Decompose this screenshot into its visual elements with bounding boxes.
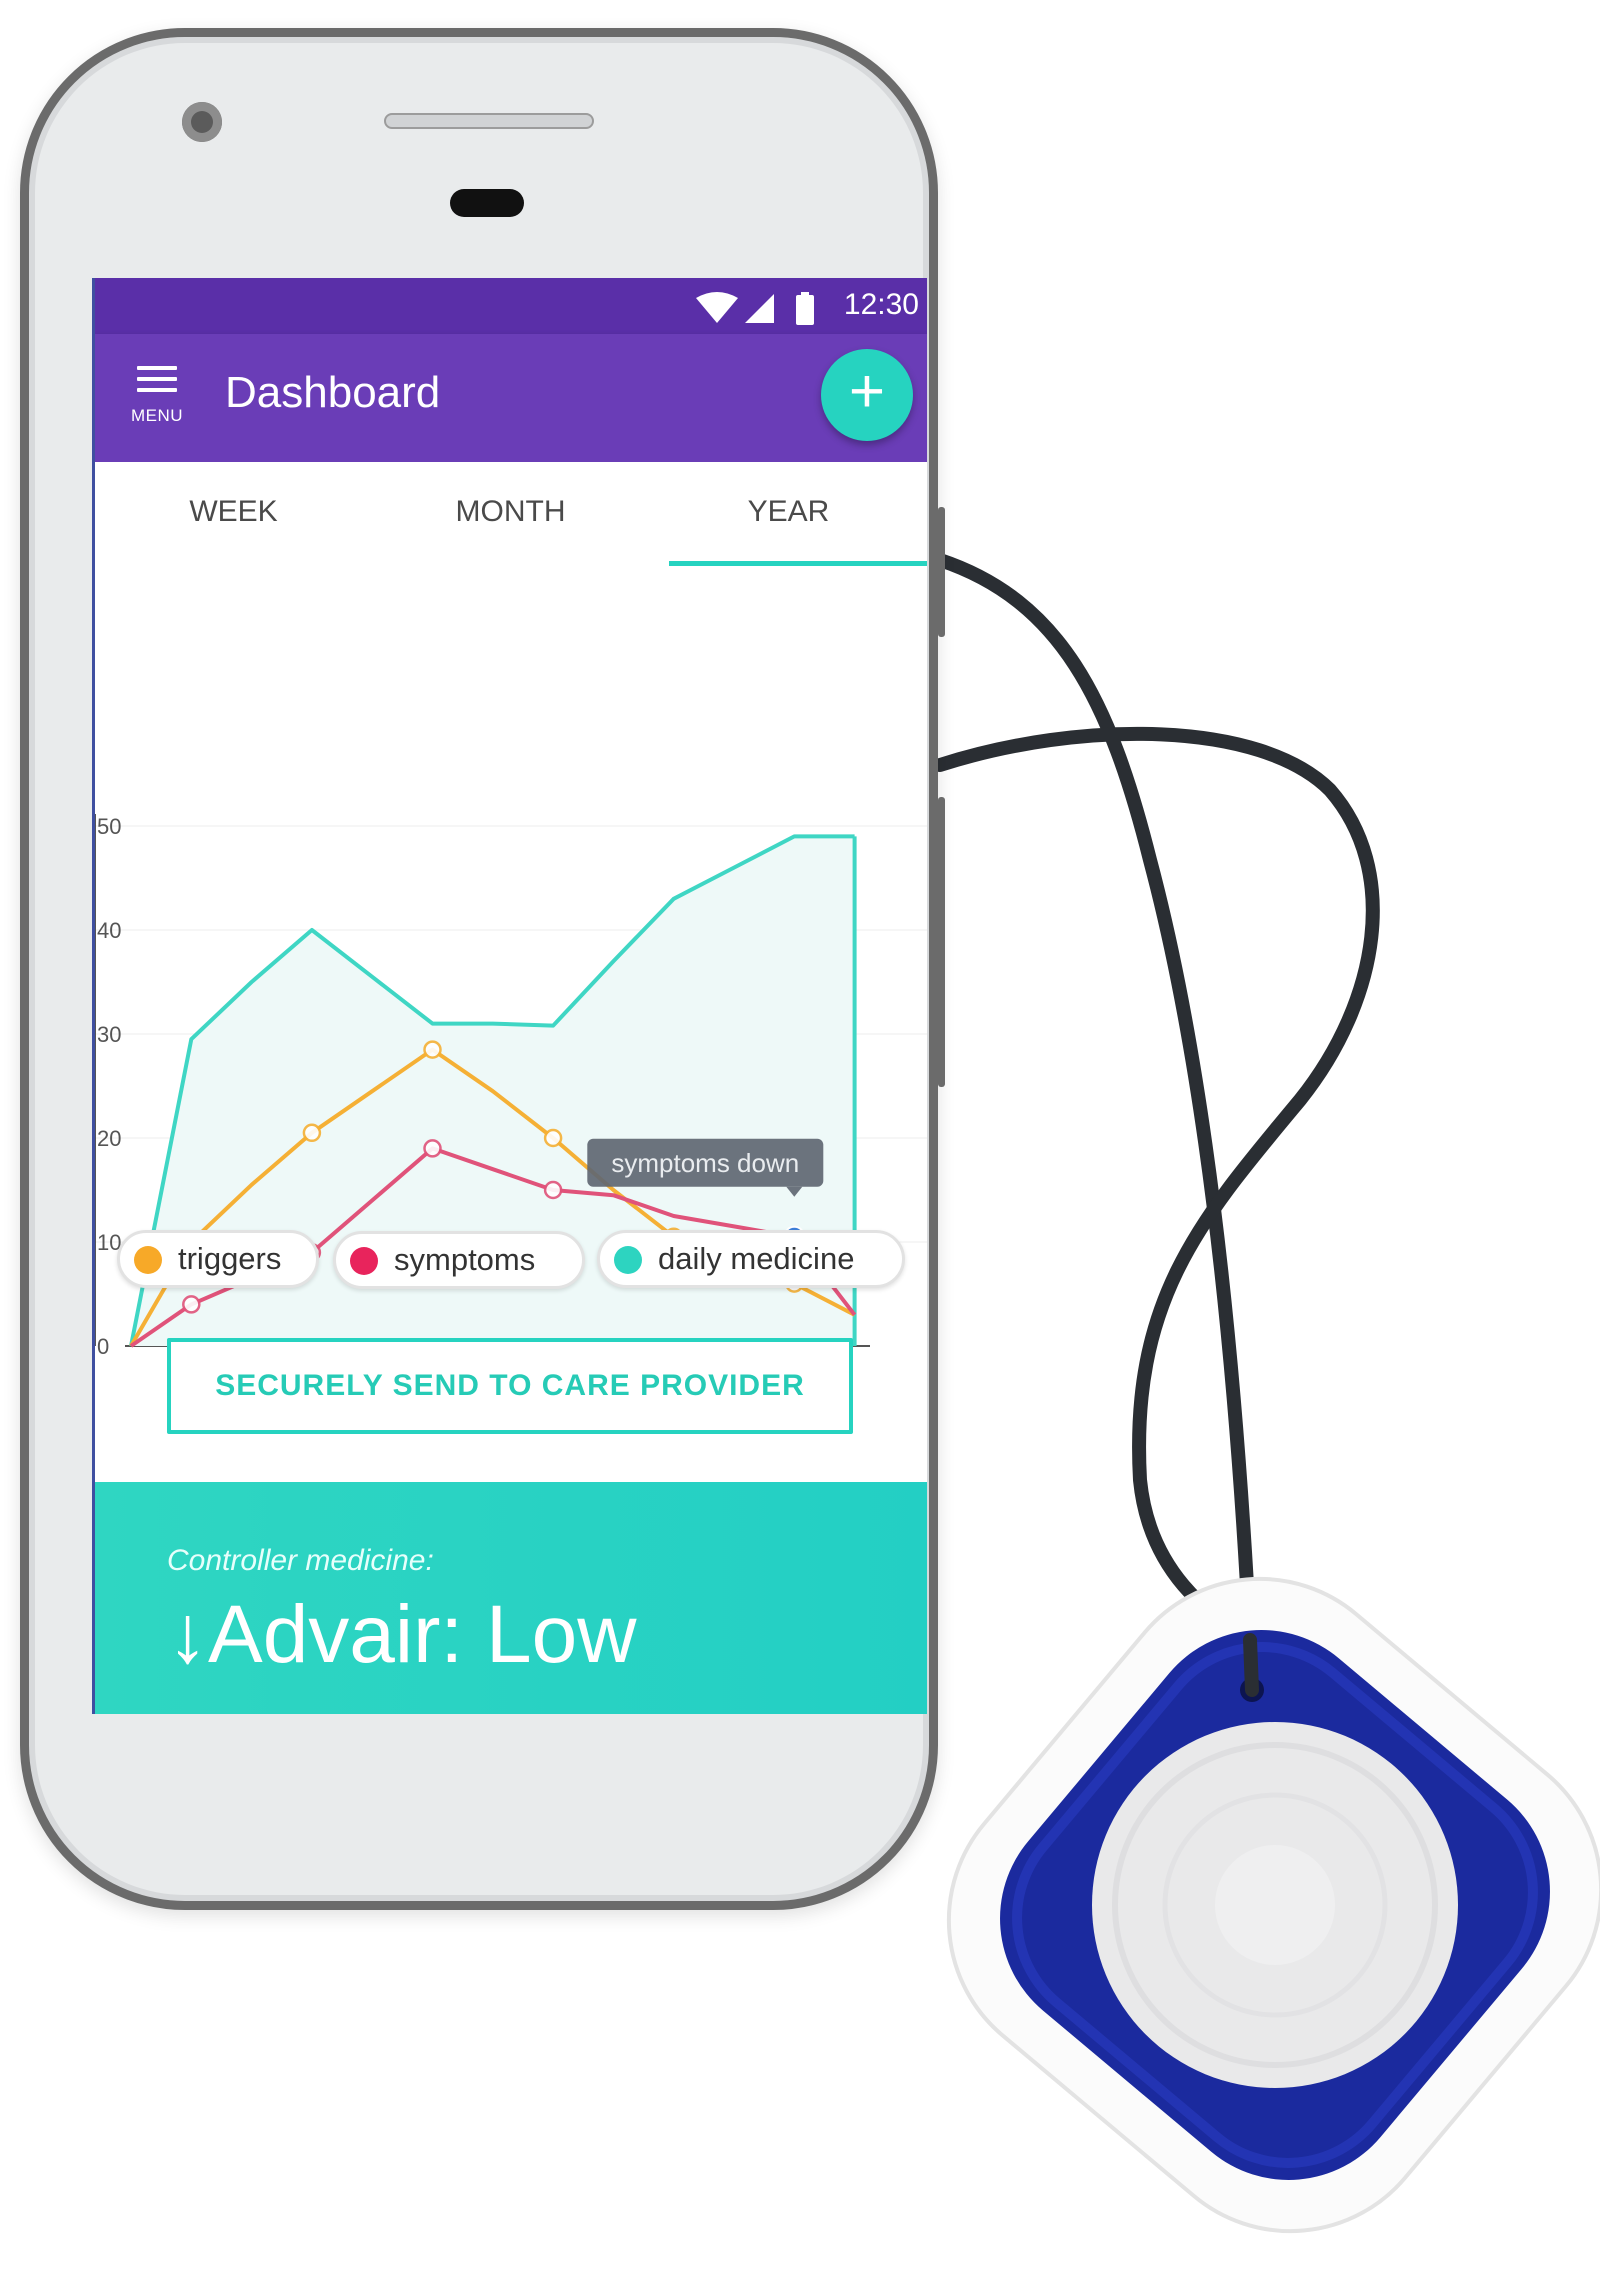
- pendant-device: [946, 1576, 1600, 2234]
